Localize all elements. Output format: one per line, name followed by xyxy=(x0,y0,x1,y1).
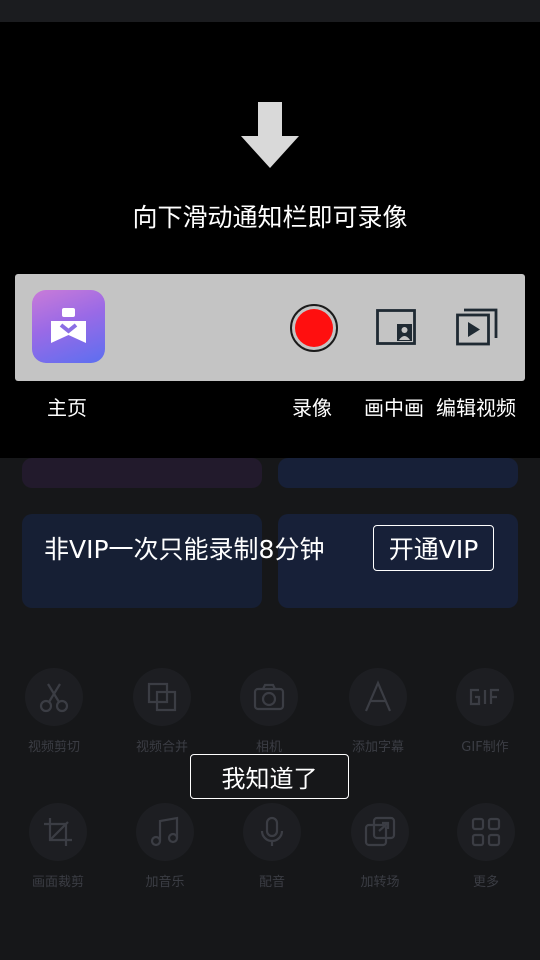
tutorial-overlay: 向下滑动通知栏即可录像 主页 录像 画中画 编辑视频 xyxy=(0,22,540,458)
notification-preview xyxy=(15,274,525,381)
tool-video-cut[interactable]: 视频剪切 xyxy=(16,668,92,755)
tool-label: 配音 xyxy=(258,875,285,890)
tool-dubbing[interactable]: 配音 xyxy=(234,803,310,890)
tool-label: 加音乐 xyxy=(145,875,185,890)
transition-icon xyxy=(364,816,396,847)
picture-in-picture-icon[interactable] xyxy=(376,309,416,345)
label-edit-video: 编辑视频 xyxy=(436,396,516,420)
tool-crop[interactable]: 画面裁剪 xyxy=(20,803,96,890)
tutorial-hint: 向下滑动通知栏即可录像 xyxy=(132,203,408,232)
camera-icon xyxy=(253,683,285,711)
tool-more[interactable]: 更多 xyxy=(448,803,524,890)
grid-icon xyxy=(471,817,501,847)
feature-card-right xyxy=(278,458,518,488)
tool-label: 视频剪切 xyxy=(27,740,80,755)
open-vip-button[interactable]: 开通VIP xyxy=(373,525,494,571)
gif-icon xyxy=(469,688,499,706)
feature-card-left xyxy=(22,458,262,488)
merge-icon xyxy=(147,682,177,712)
tool-video-merge[interactable]: 视频合并 xyxy=(124,668,200,755)
text-icon xyxy=(364,680,392,712)
crop-icon xyxy=(44,818,72,846)
label-record: 录像 xyxy=(292,396,332,420)
tool-gif[interactable]: GIF制作 xyxy=(447,668,523,755)
got-it-button[interactable]: 我知道了 xyxy=(190,754,349,799)
tool-transition[interactable]: 加转场 xyxy=(342,803,418,890)
tool-camera[interactable]: 相机 xyxy=(231,668,307,755)
app-icon[interactable] xyxy=(32,290,105,363)
label-picture-in-picture: 画中画 xyxy=(364,396,424,420)
tool-label: 加转场 xyxy=(360,875,400,890)
tool-label: 画面裁剪 xyxy=(31,875,84,890)
music-icon xyxy=(150,816,179,847)
status-bar xyxy=(0,0,540,22)
tool-label: 更多 xyxy=(472,875,499,890)
vip-limit-message: 非VIP一次只能录制8分钟 xyxy=(44,535,325,564)
scissors-icon xyxy=(39,683,69,713)
app-logo-icon xyxy=(51,308,86,343)
tool-label: 添加字幕 xyxy=(351,740,404,755)
arrow-down-icon xyxy=(241,102,299,168)
microphone-icon xyxy=(260,816,284,846)
label-home: 主页 xyxy=(47,396,87,420)
tool-add-music[interactable]: 加音乐 xyxy=(127,803,203,890)
tool-label: 视频合并 xyxy=(135,740,188,755)
tool-label: GIF制作 xyxy=(461,740,509,755)
tool-subtitle[interactable]: 添加字幕 xyxy=(340,668,416,755)
edit-video-icon[interactable] xyxy=(456,308,498,346)
tool-label: 相机 xyxy=(255,740,282,755)
record-button[interactable] xyxy=(290,304,338,352)
record-dot xyxy=(295,309,333,347)
